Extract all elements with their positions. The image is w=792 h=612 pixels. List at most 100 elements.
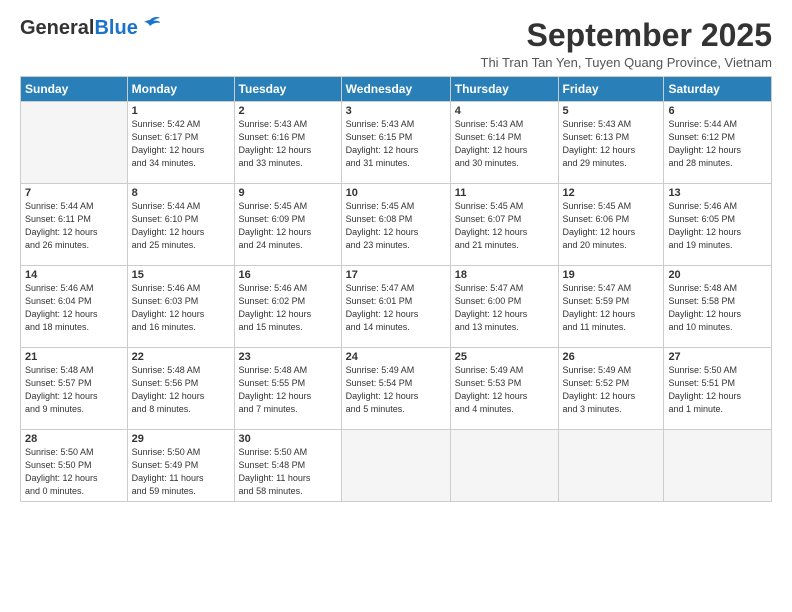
day-number: 9 — [239, 187, 337, 199]
day-number: 2 — [239, 105, 337, 117]
col-friday: Friday — [558, 77, 664, 102]
day-number: 5 — [563, 105, 660, 117]
day-info: Sunrise: 5:46 AMSunset: 6:02 PMDaylight:… — [239, 282, 337, 334]
calendar-header-row: Sunday Monday Tuesday Wednesday Thursday… — [21, 77, 772, 102]
day-number: 18 — [455, 269, 554, 281]
month-title: September 2025 — [481, 18, 772, 53]
col-wednesday: Wednesday — [341, 77, 450, 102]
page: GeneralBlue September 2025 Thi Tran Tan … — [0, 0, 792, 612]
col-sunday: Sunday — [21, 77, 128, 102]
day-info: Sunrise: 5:50 AMSunset: 5:48 PMDaylight:… — [239, 446, 337, 498]
day-info: Sunrise: 5:46 AMSunset: 6:03 PMDaylight:… — [132, 282, 230, 334]
day-info: Sunrise: 5:44 AMSunset: 6:12 PMDaylight:… — [668, 118, 767, 170]
table-row: 14Sunrise: 5:46 AMSunset: 6:04 PMDayligh… — [21, 266, 128, 348]
day-info: Sunrise: 5:43 AMSunset: 6:14 PMDaylight:… — [455, 118, 554, 170]
day-number: 3 — [346, 105, 446, 117]
day-info: Sunrise: 5:45 AMSunset: 6:07 PMDaylight:… — [455, 200, 554, 252]
header: GeneralBlue September 2025 Thi Tran Tan … — [20, 18, 772, 70]
day-number: 23 — [239, 351, 337, 363]
day-number: 17 — [346, 269, 446, 281]
day-number: 19 — [563, 269, 660, 281]
table-row: 12Sunrise: 5:45 AMSunset: 6:06 PMDayligh… — [558, 184, 664, 266]
table-row: 23Sunrise: 5:48 AMSunset: 5:55 PMDayligh… — [234, 348, 341, 430]
day-info: Sunrise: 5:48 AMSunset: 5:57 PMDaylight:… — [25, 364, 123, 416]
day-info: Sunrise: 5:45 AMSunset: 6:06 PMDaylight:… — [563, 200, 660, 252]
day-number: 1 — [132, 105, 230, 117]
table-row: 19Sunrise: 5:47 AMSunset: 5:59 PMDayligh… — [558, 266, 664, 348]
table-row: 26Sunrise: 5:49 AMSunset: 5:52 PMDayligh… — [558, 348, 664, 430]
table-row: 15Sunrise: 5:46 AMSunset: 6:03 PMDayligh… — [127, 266, 234, 348]
table-row — [558, 430, 664, 502]
table-row: 24Sunrise: 5:49 AMSunset: 5:54 PMDayligh… — [341, 348, 450, 430]
title-section: September 2025 Thi Tran Tan Yen, Tuyen Q… — [481, 18, 772, 70]
table-row: 9Sunrise: 5:45 AMSunset: 6:09 PMDaylight… — [234, 184, 341, 266]
day-number: 29 — [132, 433, 230, 445]
table-row: 6Sunrise: 5:44 AMSunset: 6:12 PMDaylight… — [664, 102, 772, 184]
table-row: 5Sunrise: 5:43 AMSunset: 6:13 PMDaylight… — [558, 102, 664, 184]
day-number: 20 — [668, 269, 767, 281]
table-row: 25Sunrise: 5:49 AMSunset: 5:53 PMDayligh… — [450, 348, 558, 430]
day-info: Sunrise: 5:47 AMSunset: 6:00 PMDaylight:… — [455, 282, 554, 334]
day-info: Sunrise: 5:45 AMSunset: 6:09 PMDaylight:… — [239, 200, 337, 252]
calendar-table: Sunday Monday Tuesday Wednesday Thursday… — [20, 76, 772, 502]
day-number: 13 — [668, 187, 767, 199]
table-row: 27Sunrise: 5:50 AMSunset: 5:51 PMDayligh… — [664, 348, 772, 430]
table-row: 22Sunrise: 5:48 AMSunset: 5:56 PMDayligh… — [127, 348, 234, 430]
day-info: Sunrise: 5:48 AMSunset: 5:56 PMDaylight:… — [132, 364, 230, 416]
logo-blue: Blue — [94, 17, 137, 39]
table-row: 13Sunrise: 5:46 AMSunset: 6:05 PMDayligh… — [664, 184, 772, 266]
subtitle: Thi Tran Tan Yen, Tuyen Quang Province, … — [481, 55, 772, 70]
table-row: 11Sunrise: 5:45 AMSunset: 6:07 PMDayligh… — [450, 184, 558, 266]
table-row: 20Sunrise: 5:48 AMSunset: 5:58 PMDayligh… — [664, 266, 772, 348]
day-info: Sunrise: 5:43 AMSunset: 6:15 PMDaylight:… — [346, 118, 446, 170]
day-info: Sunrise: 5:49 AMSunset: 5:52 PMDaylight:… — [563, 364, 660, 416]
table-row: 7Sunrise: 5:44 AMSunset: 6:11 PMDaylight… — [21, 184, 128, 266]
day-number: 4 — [455, 105, 554, 117]
logo-bird-icon — [140, 16, 160, 32]
day-number: 10 — [346, 187, 446, 199]
day-number: 30 — [239, 433, 337, 445]
day-number: 22 — [132, 351, 230, 363]
day-info: Sunrise: 5:46 AMSunset: 6:05 PMDaylight:… — [668, 200, 767, 252]
day-number: 21 — [25, 351, 123, 363]
table-row: 18Sunrise: 5:47 AMSunset: 6:00 PMDayligh… — [450, 266, 558, 348]
day-info: Sunrise: 5:45 AMSunset: 6:08 PMDaylight:… — [346, 200, 446, 252]
day-info: Sunrise: 5:46 AMSunset: 6:04 PMDaylight:… — [25, 282, 123, 334]
table-row: 2Sunrise: 5:43 AMSunset: 6:16 PMDaylight… — [234, 102, 341, 184]
day-info: Sunrise: 5:50 AMSunset: 5:49 PMDaylight:… — [132, 446, 230, 498]
day-number: 7 — [25, 187, 123, 199]
day-number: 15 — [132, 269, 230, 281]
day-number: 16 — [239, 269, 337, 281]
day-info: Sunrise: 5:50 AMSunset: 5:50 PMDaylight:… — [25, 446, 123, 498]
day-info: Sunrise: 5:48 AMSunset: 5:58 PMDaylight:… — [668, 282, 767, 334]
day-info: Sunrise: 5:47 AMSunset: 5:59 PMDaylight:… — [563, 282, 660, 334]
table-row: 4Sunrise: 5:43 AMSunset: 6:14 PMDaylight… — [450, 102, 558, 184]
day-number: 28 — [25, 433, 123, 445]
table-row: 29Sunrise: 5:50 AMSunset: 5:49 PMDayligh… — [127, 430, 234, 502]
table-row — [341, 430, 450, 502]
day-info: Sunrise: 5:47 AMSunset: 6:01 PMDaylight:… — [346, 282, 446, 334]
day-info: Sunrise: 5:50 AMSunset: 5:51 PMDaylight:… — [668, 364, 767, 416]
day-info: Sunrise: 5:49 AMSunset: 5:54 PMDaylight:… — [346, 364, 446, 416]
table-row: 28Sunrise: 5:50 AMSunset: 5:50 PMDayligh… — [21, 430, 128, 502]
day-number: 27 — [668, 351, 767, 363]
day-info: Sunrise: 5:44 AMSunset: 6:11 PMDaylight:… — [25, 200, 123, 252]
table-row: 8Sunrise: 5:44 AMSunset: 6:10 PMDaylight… — [127, 184, 234, 266]
day-info: Sunrise: 5:48 AMSunset: 5:55 PMDaylight:… — [239, 364, 337, 416]
day-info: Sunrise: 5:43 AMSunset: 6:16 PMDaylight:… — [239, 118, 337, 170]
day-number: 26 — [563, 351, 660, 363]
table-row: 10Sunrise: 5:45 AMSunset: 6:08 PMDayligh… — [341, 184, 450, 266]
day-info: Sunrise: 5:43 AMSunset: 6:13 PMDaylight:… — [563, 118, 660, 170]
col-monday: Monday — [127, 77, 234, 102]
day-number: 6 — [668, 105, 767, 117]
table-row: 21Sunrise: 5:48 AMSunset: 5:57 PMDayligh… — [21, 348, 128, 430]
table-row — [664, 430, 772, 502]
logo-general: General — [20, 17, 94, 39]
table-row: 16Sunrise: 5:46 AMSunset: 6:02 PMDayligh… — [234, 266, 341, 348]
day-number: 24 — [346, 351, 446, 363]
day-number: 25 — [455, 351, 554, 363]
col-tuesday: Tuesday — [234, 77, 341, 102]
table-row: 17Sunrise: 5:47 AMSunset: 6:01 PMDayligh… — [341, 266, 450, 348]
day-info: Sunrise: 5:42 AMSunset: 6:17 PMDaylight:… — [132, 118, 230, 170]
day-info: Sunrise: 5:44 AMSunset: 6:10 PMDaylight:… — [132, 200, 230, 252]
